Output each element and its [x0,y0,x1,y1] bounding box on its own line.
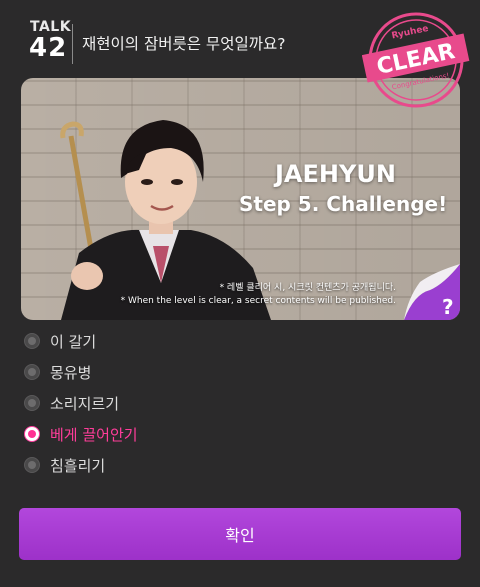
radio-dot [28,430,36,438]
radio-dot [28,461,36,469]
radio-dot [28,368,36,376]
hint-corner-button[interactable]: ? [404,264,460,320]
page-curl-icon: ? [404,264,460,320]
radio-icon[interactable] [24,395,40,411]
radio-icon[interactable] [24,457,40,473]
answer-option-label: 침흘리기 [50,456,106,475]
answer-option-label: 몽유병 [50,363,92,382]
clear-stamp: Ryuhee CLEAR Congratulations! ★ [362,12,470,108]
header-divider [72,24,73,64]
answer-option-label: 소리지르기 [50,394,120,413]
answer-option-label: 베게 끌어안기 [50,425,138,444]
radio-dot [28,399,36,407]
secret-note-korean: * 레벨 클리어 시, 시크릿 컨텐츠가 공개됩니다. [219,283,396,293]
radio-icon[interactable] [24,333,40,349]
confirm-button[interactable]: 확인 [19,508,461,560]
stamp-top-text: Ryuhee [391,24,430,42]
banner-title: JAEHYUN [275,160,396,188]
radio-selected-icon[interactable] [24,426,40,442]
challenge-banner: JAEHYUN Step 5. Challenge! * 레벨 클리어 시, 시… [21,78,460,320]
answer-option[interactable]: 이 갈기 [24,328,96,354]
question-text: 재현이의 잠버릇은 무엇일까요? [82,35,286,53]
answer-option[interactable]: 몽유병 [24,359,91,385]
question-mark-icon: ? [442,295,454,319]
talk-number: 42 [29,33,68,63]
answer-option[interactable]: 베게 끌어안기 [24,421,138,447]
secret-note-english: * When the level is clear, a secret cont… [120,296,396,306]
answer-option-label: 이 갈기 [50,332,97,351]
answer-option[interactable]: 침흘리기 [24,452,105,478]
answer-option[interactable]: 소리지르기 [24,390,119,416]
banner-subtitle: Step 5. Challenge! [239,192,448,216]
radio-dot [28,337,36,345]
radio-icon[interactable] [24,364,40,380]
